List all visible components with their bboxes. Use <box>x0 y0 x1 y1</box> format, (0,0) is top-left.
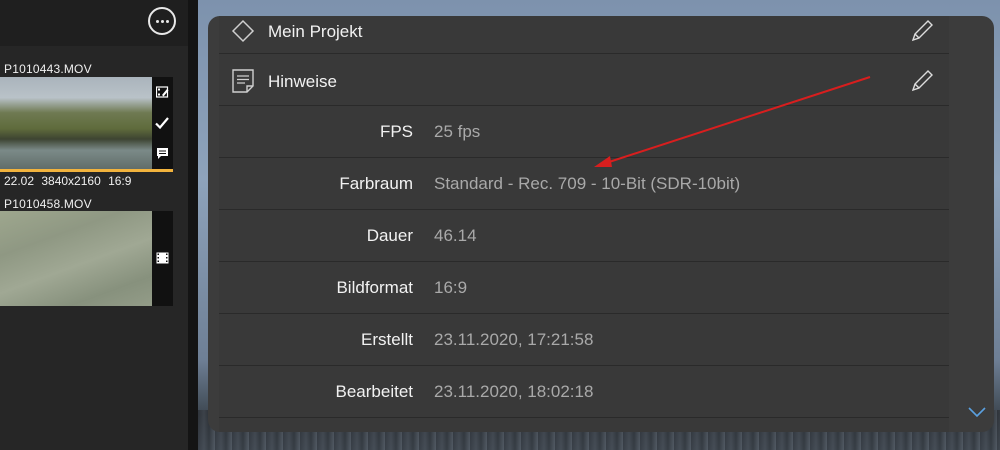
clip-name: P1010443.MOV <box>4 62 92 76</box>
pencil-icon[interactable] <box>909 18 935 44</box>
info-row-duration: Dauer 46.14 <box>219 210 949 262</box>
comment-icon[interactable] <box>156 147 169 160</box>
clip-name: P1010458.MOV <box>4 197 92 211</box>
project-title: Mein Projekt <box>268 22 363 41</box>
film-icon[interactable] <box>156 252 169 264</box>
info-label: FPS <box>379 122 413 141</box>
info-row-colorspace: Farbraum Standard - Rec. 709 - 10-Bit (S… <box>219 158 949 210</box>
info-row-fps: FPS 25 fps <box>219 106 949 158</box>
info-value: 23.11.2020, 17:21:58 <box>434 330 594 349</box>
info-label: Bearbeitet <box>335 382 414 401</box>
info-value: 16:9 <box>434 278 468 297</box>
clip-thumbnail[interactable] <box>0 211 152 306</box>
notes-icon <box>232 69 254 93</box>
project-row[interactable]: Mein Projekt <box>219 16 949 54</box>
tag-icon <box>231 19 255 43</box>
sidebar-toolbar <box>0 0 188 46</box>
more-options-button[interactable] <box>148 7 176 35</box>
notes-title: Hinweise <box>268 72 337 91</box>
info-label: Erstellt <box>361 330 413 349</box>
clip-thumbnail[interactable] <box>0 77 152 171</box>
clip-info-panel: Mein Projekt Hinweise FPS 25 fps Farbrau… <box>208 16 994 432</box>
clip-actions-strip <box>152 77 173 171</box>
sidebar: P1010443.MOV 22.02 3840x2160 16:9 P10104… <box>0 0 188 450</box>
more-icon-dot <box>166 20 169 23</box>
more-icon <box>156 20 159 23</box>
more-icon-dot <box>161 20 164 23</box>
info-label: Farbraum <box>339 174 413 193</box>
info-row-modified: Bearbeitet 23.11.2020, 18:02:18 <box>219 366 949 418</box>
info-value: Standard - Rec. 709 - 10-Bit (SDR-10bit) <box>434 174 741 193</box>
info-value: 23.11.2020, 18:02:18 <box>434 382 594 401</box>
film-edit-icon[interactable] <box>156 86 169 98</box>
info-row-aspect: Bildformat 16:9 <box>219 262 949 314</box>
pencil-icon[interactable] <box>909 68 935 94</box>
info-row-created: Erstellt 23.11.2020, 17:21:58 <box>219 314 949 366</box>
checkmark-icon[interactable] <box>154 115 170 131</box>
info-label: Dauer <box>366 226 413 245</box>
notes-row[interactable]: Hinweise <box>219 54 949 106</box>
split-divider[interactable] <box>188 0 198 450</box>
info-value: 46.14 <box>434 226 477 245</box>
info-value: 25 fps <box>434 122 481 141</box>
info-label: Bildformat <box>336 278 413 297</box>
clip-progress-bar <box>0 169 173 172</box>
chevron-down-icon[interactable] <box>968 406 986 418</box>
clip-meta: 22.02 3840x2160 16:9 <box>4 174 132 188</box>
clip-actions-strip <box>152 211 173 306</box>
